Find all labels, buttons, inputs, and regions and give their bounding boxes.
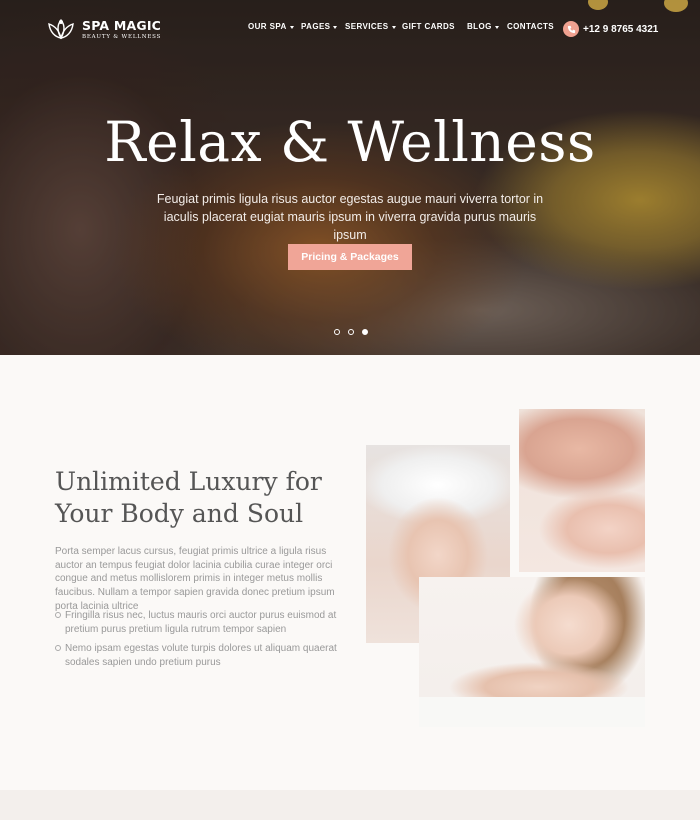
bokeh-light (664, 0, 688, 12)
next-section-band (0, 790, 700, 820)
chevron-down-icon (333, 25, 338, 29)
nav-item-our-spa[interactable]: OUR SPA (248, 22, 294, 31)
nav-label: GIFT CARDS (402, 22, 455, 31)
hero-subtitle: Feugiat primis ligula risus auctor egest… (156, 192, 544, 242)
chevron-down-icon (289, 25, 294, 29)
phone-number: +12 9 8765 4321 (583, 23, 659, 35)
chevron-down-icon (391, 25, 396, 29)
slider-pagination (334, 329, 376, 335)
circle-bullet-icon (55, 645, 61, 652)
list-item: Fringilla risus nec, luctus mauris orci … (55, 609, 340, 636)
circle-bullet-icon (55, 612, 61, 618)
phone-icon (563, 21, 579, 37)
section-paragraph: Porta semper lacus cursus, feugiat primi… (55, 546, 335, 612)
hero-section: SPA MAGIC BEAUTY & WELLNESS OUR SPA PAGE… (0, 0, 700, 355)
hero-title: Relax & Wellness (104, 110, 596, 174)
slider-dot[interactable] (334, 329, 340, 335)
slider-dot-active[interactable] (362, 329, 368, 335)
nav-label: SERVICES (345, 22, 389, 31)
nav-item-services[interactable]: SERVICES (345, 22, 396, 31)
smiling-woman-photo (419, 577, 645, 727)
nav-item-pages[interactable]: PAGES (301, 22, 338, 31)
nav-label: BLOG (467, 22, 492, 31)
nav-label: OUR SPA (248, 22, 287, 31)
lotus-logo-icon (48, 18, 74, 40)
nav-item-contacts[interactable]: CONTACTS (507, 22, 554, 31)
nav-item-gift-cards[interactable]: GIFT CARDS (402, 22, 455, 31)
about-section: Unlimited Luxury for Your Body and Soul … (0, 355, 700, 790)
phone-link[interactable]: +12 9 8765 4321 (563, 21, 658, 37)
nav-label: CONTACTS (507, 22, 555, 31)
nav-item-blog[interactable]: BLOG (467, 22, 499, 31)
list-item: Nemo ipsam egestas volute turpis dolores… (55, 642, 340, 669)
logo[interactable]: SPA MAGIC BEAUTY & WELLNESS (46, 16, 161, 44)
brand-name: SPA MAGIC (82, 18, 162, 33)
bokeh-light (588, 0, 608, 10)
slider-dot[interactable] (348, 329, 354, 335)
nav-label: PAGES (301, 22, 331, 31)
chevron-down-icon (494, 25, 499, 29)
back-massage-photo (519, 409, 645, 572)
list-item-text: Fringilla risus nec, luctus mauris orci … (65, 610, 337, 635)
section-heading: Unlimited Luxury for Your Body and Soul (55, 467, 322, 528)
pricing-packages-button[interactable]: Pricing & Packages (288, 244, 412, 270)
list-item-text: Nemo ipsam egestas volute turpis dolores… (65, 643, 337, 669)
brand-tagline: BEAUTY & WELLNESS (82, 34, 162, 40)
feature-list: Fringilla risus nec, luctus mauris orci … (55, 609, 340, 676)
